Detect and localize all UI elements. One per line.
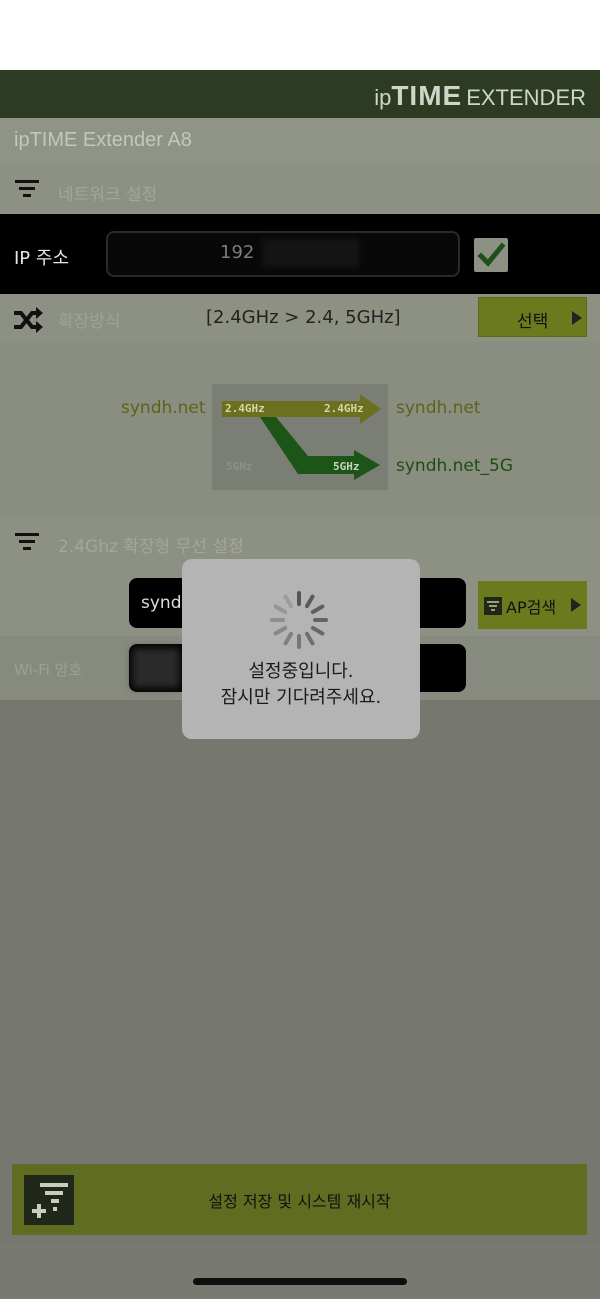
filter-icon (15, 531, 39, 553)
extension-value: [2.4GHz > 2.4, 5GHz] (206, 307, 401, 328)
loading-message-line1: 설정중입니다. (248, 661, 354, 682)
brand-time: TIME (391, 80, 463, 111)
wifi-password-label: Wi-Fi 암호 (14, 661, 83, 679)
ip-label: IP 주소 (14, 248, 70, 269)
ip-redacted (262, 238, 360, 268)
ssid-24: syndh.net (396, 398, 481, 418)
ip-checkbox[interactable] (474, 238, 508, 272)
spinner-icon (270, 591, 328, 649)
tag-in: 2.4GHz (225, 402, 265, 415)
tag-out-24: 2.4GHz (324, 402, 364, 415)
wireless-section-label: 2.4Ghz 확장형 무선 설정 (58, 537, 244, 557)
extension-label: 확장방식 (58, 312, 121, 332)
ip-value: 192 (220, 242, 255, 263)
brand-extender: EXTENDER (466, 85, 586, 110)
tag-5-left: 5GHz (226, 460, 253, 473)
shuffle-icon (14, 307, 43, 333)
ssid-5g: syndh.net_5G (396, 456, 514, 476)
loading-message-line2: 잠시만 기다려주세요. (220, 687, 382, 708)
save-and-restart-button[interactable]: 설정 저장 및 시스템 재시작 (12, 1164, 587, 1235)
play-arrow-icon (571, 598, 581, 612)
ssid-value: synd (141, 593, 182, 613)
bottom-strip (0, 1245, 600, 1299)
home-indicator[interactable] (193, 1278, 407, 1285)
save-button-label: 설정 저장 및 시스템 재시작 (208, 1192, 391, 1211)
ap-search-label: AP검색 (506, 598, 557, 617)
tag-5-right: 5GHz (333, 460, 360, 473)
check-icon (477, 242, 506, 267)
select-button[interactable]: 선택 (478, 297, 587, 337)
select-button-label: 선택 (517, 312, 549, 332)
brand-logo: ip TIME EXTENDER (374, 80, 586, 112)
ap-search-button[interactable]: AP검색 (478, 581, 587, 629)
band-arrows-graphic (222, 394, 381, 480)
extension-diagram: 2.4GHz 2.4GHz 5GHz 5GHz (212, 384, 388, 490)
filter-icon (484, 597, 502, 615)
network-section-label: 네트워크 설정 (58, 185, 158, 205)
source-ssid: syndh.net (121, 398, 206, 418)
brand-ip: ip (374, 85, 392, 110)
page-title: ipTIME Extender A8 (14, 129, 192, 151)
wifi-password-redacted (132, 648, 180, 688)
play-arrow-icon (572, 311, 582, 325)
filter-icon (15, 178, 39, 200)
loading-dialog: 설정중입니다. 잠시만 기다려주세요. (182, 559, 420, 739)
